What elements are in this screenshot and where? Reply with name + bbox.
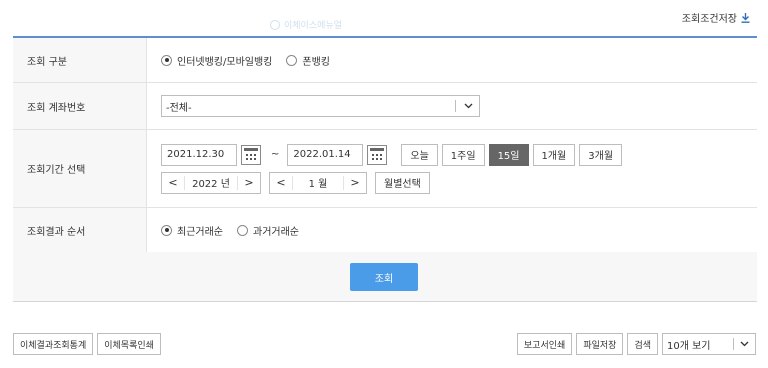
bottom-left-actions: 이체결과조회통계 이체목록인쇄 xyxy=(13,333,161,355)
month-prev-button[interactable]: < xyxy=(270,176,292,189)
period-15days-button[interactable]: 15일 xyxy=(488,143,529,166)
period-1month-button[interactable]: 1개월 xyxy=(532,143,576,166)
radio-recent-first[interactable]: 최근거래순 xyxy=(161,223,223,238)
result-order-label: 조회결과 순서 xyxy=(13,208,147,252)
radio-recent-first-label: 최근거래순 xyxy=(177,226,223,238)
period-today-button[interactable]: 오늘 xyxy=(401,143,438,166)
year-navigator: < 2022 년 > xyxy=(161,171,261,194)
watermark-logo-icon xyxy=(270,19,280,30)
year-next-button[interactable]: > xyxy=(238,176,260,189)
transfer-stats-button[interactable]: 이체결과조회통계 xyxy=(13,333,94,355)
month-value: 1 월 xyxy=(292,175,344,190)
search-form: 조회 구분 인터넷뱅킹/모바일뱅킹 폰뱅킹 조회 계좌번호 -전체- 조회기간 … xyxy=(13,36,757,253)
page-size-value: 10개 보기 xyxy=(667,340,711,352)
row-inquiry-type: 조회 구분 인터넷뱅킹/모바일뱅킹 폰뱅킹 xyxy=(13,38,757,83)
account-select[interactable]: -전체- xyxy=(161,95,480,117)
month-navigator: < 1 월 > xyxy=(269,171,367,194)
calendar-icon[interactable] xyxy=(367,144,388,165)
start-date-input[interactable]: 2021.12.30 xyxy=(161,143,237,166)
bottom-right-actions: 보고서인쇄 파일저장 검색 10개 보기 xyxy=(516,333,756,355)
period-label: 조회기간 선택 xyxy=(13,130,147,207)
calendar-icon[interactable] xyxy=(241,144,261,165)
row-account: 조회 계좌번호 -전체- xyxy=(13,83,757,130)
save-conditions-button[interactable]: 조회조건저장 xyxy=(682,10,750,25)
download-icon xyxy=(741,12,750,23)
row-result-order: 조회결과 순서 최근거래순 과거거래순 xyxy=(13,208,757,253)
watermark: 이체이스에뉴얼 xyxy=(270,18,342,31)
radio-dot-selected[interactable] xyxy=(161,54,172,66)
save-file-button[interactable]: 파일저장 xyxy=(576,333,624,355)
inquiry-type-label: 조회 구분 xyxy=(13,38,147,82)
watermark-text: 이체이스에뉴얼 xyxy=(284,21,342,31)
row-period: 조회기간 선택 2021.12.30 ~ 2022.01.14 오늘 1주일 1… xyxy=(13,130,757,208)
search-button[interactable]: 조회 xyxy=(350,263,418,291)
account-select-value: -전체- xyxy=(166,102,192,114)
month-next-button[interactable]: > xyxy=(344,176,366,189)
chevron-down-icon xyxy=(740,341,749,347)
print-list-button[interactable]: 이체목록인쇄 xyxy=(97,333,161,355)
radio-dot[interactable] xyxy=(237,224,248,236)
print-report-button[interactable]: 보고서인쇄 xyxy=(516,333,573,355)
search-results-button[interactable]: 검색 xyxy=(627,333,658,355)
radio-internet-mobile[interactable]: 인터넷뱅킹/모바일뱅킹 xyxy=(161,53,272,68)
search-button-area: 조회 xyxy=(13,252,757,302)
radio-dot[interactable] xyxy=(286,54,298,66)
radio-oldest-first-label: 과거거래순 xyxy=(253,226,299,238)
year-prev-button[interactable]: < xyxy=(162,176,184,189)
chevron-down-icon xyxy=(464,103,473,109)
period-3months-button[interactable]: 3개월 xyxy=(579,143,623,166)
period-1week-button[interactable]: 1주일 xyxy=(441,143,485,166)
page-size-select[interactable]: 10개 보기 xyxy=(662,333,756,355)
account-label: 조회 계좌번호 xyxy=(13,83,147,129)
radio-oldest-first[interactable]: 과거거래순 xyxy=(237,223,299,238)
radio-phone-banking-label: 폰뱅킹 xyxy=(302,56,330,68)
year-value: 2022 년 xyxy=(184,175,238,190)
select-divider xyxy=(733,338,734,350)
date-range-tilde: ~ xyxy=(271,149,280,160)
monthly-select-button[interactable]: 월별선택 xyxy=(375,171,430,194)
save-conditions-label: 조회조건저장 xyxy=(681,14,737,25)
radio-phone-banking[interactable]: 폰뱅킹 xyxy=(286,53,330,68)
radio-dot-selected[interactable] xyxy=(161,224,172,236)
end-date-input[interactable]: 2022.01.14 xyxy=(287,143,364,166)
select-divider xyxy=(455,100,456,112)
radio-internet-mobile-label: 인터넷뱅킹/모바일뱅킹 xyxy=(177,56,273,68)
